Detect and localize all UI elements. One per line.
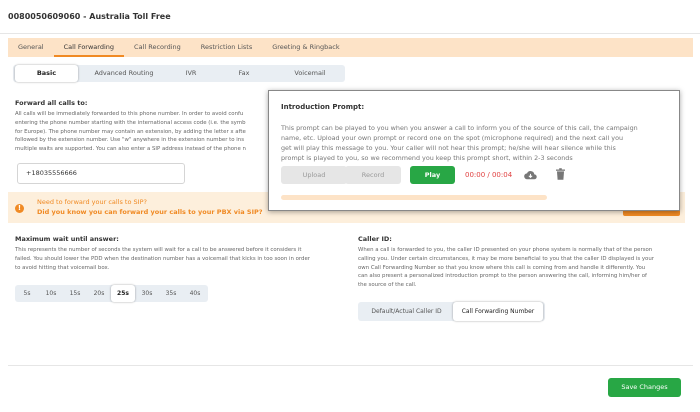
wait-option-10s[interactable]: 10s — [39, 285, 63, 302]
caller-id-desc-line: the source of the call. — [358, 282, 417, 289]
subtabs: Basic Advanced Routing IVR Fax Voicemail — [13, 65, 345, 82]
popup-description: This prompt can be played to you when yo… — [281, 123, 671, 163]
caller-id-option-default[interactable]: Default/Actual Caller ID — [360, 302, 453, 321]
forward-title: Forward all calls to: — [15, 99, 88, 107]
tab-call-forwarding[interactable]: Call Forwarding — [53, 38, 125, 57]
forward-desc-line: entering the phone number starting with … — [15, 119, 246, 126]
wait-option-5s[interactable]: 5s — [15, 285, 39, 302]
playback-timer: 00:00 / 00:04 — [465, 171, 513, 179]
wait-option-20s[interactable]: 20s — [87, 285, 111, 302]
caller-id-option-forwarding-number[interactable]: Call Forwarding Number — [453, 302, 543, 321]
caller-id-title: Caller ID: — [358, 235, 392, 243]
wait-option-15s[interactable]: 15s — [63, 285, 87, 302]
sip-banner-question: Need to forward your calls to SIP? — [37, 198, 147, 206]
cloud-download-icon[interactable] — [524, 170, 537, 181]
popup-title: Introduction Prompt: — [281, 103, 365, 111]
caller-id-desc-line: own Call Forwarding Number so that you k… — [358, 264, 646, 271]
tab-general[interactable]: General — [8, 38, 54, 57]
tab-call-recording[interactable]: Call Recording — [124, 38, 191, 57]
subtab-voicemail[interactable]: Voicemail — [275, 65, 345, 82]
wait-option-25s[interactable]: 25s — [111, 285, 135, 302]
caller-id-desc-line: When a call is forwarded to you, the cal… — [358, 247, 653, 253]
warning-icon: ! — [15, 204, 24, 213]
forward-desc-line: All calls will be immediately forwarded … — [15, 111, 244, 117]
wait-option-40s[interactable]: 40s — [183, 285, 207, 302]
forward-desc-line: for Europe). The phone number may contai… — [15, 128, 246, 135]
upload-button[interactable]: Upload — [281, 166, 347, 184]
subtab-fax[interactable]: Fax — [213, 65, 275, 82]
max-wait-title: Maximum wait until answer: — [15, 235, 119, 243]
wait-option-30s[interactable]: 30s — [135, 285, 159, 302]
introduction-prompt-popup: Introduction Prompt: This prompt can be … — [268, 90, 680, 211]
caller-id-description: When a call is forwarded to you, the cal… — [358, 246, 693, 290]
forward-desc-line: multiple waits are supported. You can al… — [15, 146, 246, 153]
popup-text-line: prompt is played to you, so we recommend… — [281, 154, 573, 162]
footer-divider — [8, 365, 693, 366]
max-wait-desc-line: to avoid hitting that voicemail box. — [15, 264, 110, 271]
main-tabs: General Call Forwarding Call Recording R… — [8, 38, 693, 57]
subtab-basic[interactable]: Basic — [15, 65, 78, 82]
trash-icon[interactable] — [556, 168, 565, 180]
sip-banner-link[interactable]: Did you know you can forward your calls … — [37, 208, 263, 216]
caller-id-options: Default/Actual Caller ID Call Forwarding… — [358, 302, 545, 321]
header-divider — [0, 33, 700, 34]
forward-description: All calls will be immediately forwarded … — [15, 110, 270, 154]
play-button[interactable]: Play — [410, 166, 455, 184]
wait-option-35s[interactable]: 35s — [159, 285, 183, 302]
popup-text-line: This prompt can be played to you when yo… — [281, 124, 638, 132]
record-button[interactable]: Record — [345, 166, 401, 184]
forward-desc-line: followed by the extension number. Use "w… — [15, 137, 245, 144]
max-wait-options: 5s 10s 15s 20s 25s 30s 35s 40s — [15, 285, 208, 302]
max-wait-desc-line: failed. You should lower the PDD when th… — [15, 255, 310, 262]
page-title: 0080050609060 - Australia Toll Free — [8, 12, 171, 21]
save-changes-button[interactable]: Save Changes — [608, 378, 681, 397]
popup-text-line: get will play this message to you. Your … — [281, 144, 616, 152]
caller-id-desc-line: calling you. Under certain circumstances… — [358, 255, 654, 262]
max-wait-desc-line: This represents the number of seconds th… — [15, 247, 302, 253]
caller-id-desc-line: can also present a personalized introduc… — [358, 273, 647, 280]
forward-phone-input[interactable]: +18035556666 — [17, 163, 185, 184]
max-wait-description: This represents the number of seconds th… — [15, 246, 345, 272]
tab-greeting-ringback[interactable]: Greeting & Ringback — [262, 38, 349, 57]
playback-progress[interactable] — [281, 195, 547, 200]
popup-text-line: name, etc. Upload your own prompt or rec… — [281, 134, 624, 142]
call-forwarding-page: 0080050609060 - Australia Toll Free Gene… — [0, 0, 700, 412]
tab-restriction-lists[interactable]: Restriction Lists — [191, 38, 262, 57]
